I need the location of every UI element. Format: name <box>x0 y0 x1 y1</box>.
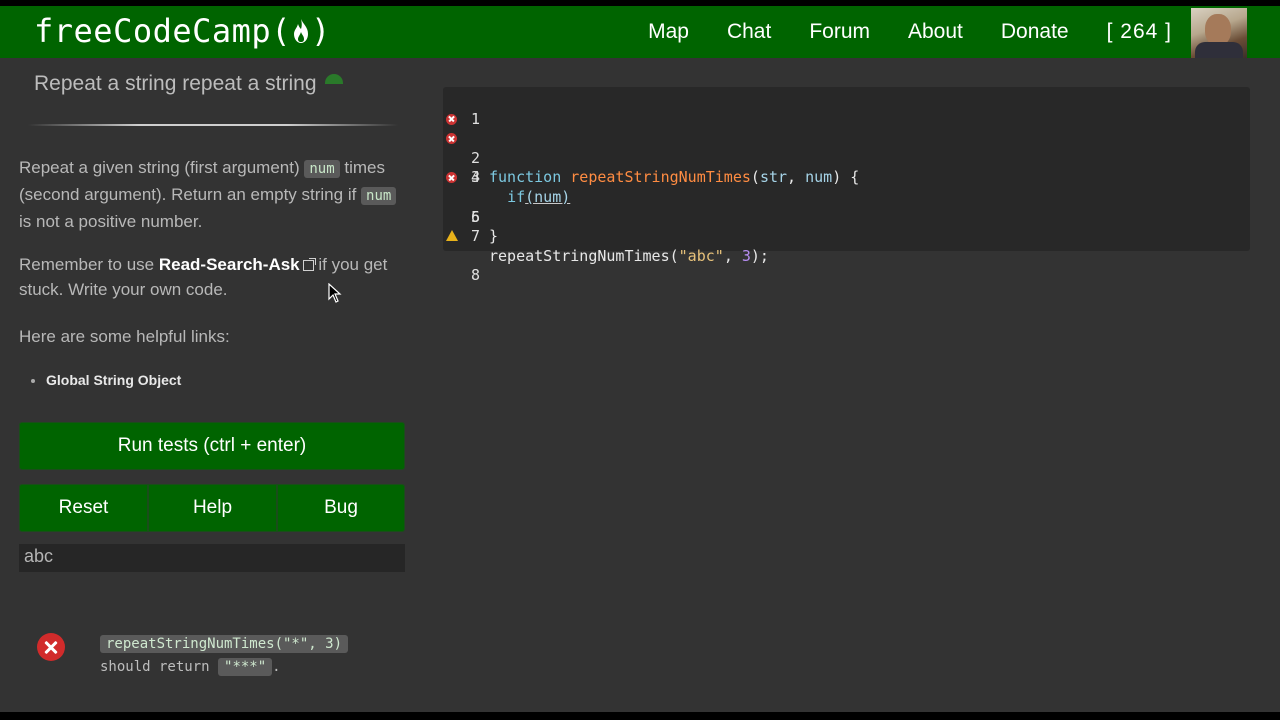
editor-line: 1 <box>443 90 1250 128</box>
points-counter[interactable]: [ 264 ] <box>1107 20 1172 44</box>
function-call: repeatStringNumTimes <box>489 246 670 265</box>
test-period: . <box>272 659 281 675</box>
nav-chat[interactable]: Chat <box>727 20 771 44</box>
logo[interactable]: freeCodeCamp() <box>34 12 331 50</box>
desc-text: Repeat a given string (first argument) <box>19 158 305 177</box>
desc-text: is not a positive number. <box>19 212 203 231</box>
avatar[interactable] <box>1191 8 1247 58</box>
editor-line: 6 <box>443 188 1250 226</box>
challenge-panel: Repeat a string repeat a string Repeat a… <box>0 58 424 712</box>
test-code: repeatStringNumTimes("*", 3) <box>100 635 349 653</box>
nav-map[interactable]: Map <box>648 20 689 44</box>
code-line: repeatStringNumTimes("abc", 3); <box>489 247 769 267</box>
avatar-shirt <box>1195 42 1243 58</box>
nav-links: Map Chat Forum About Donate [ 264 ] <box>648 6 1192 58</box>
punct: , <box>723 246 742 265</box>
punct: ); <box>750 246 769 265</box>
logo-text: freeCodeCamp( <box>34 12 291 50</box>
error-icon[interactable] <box>446 133 457 145</box>
reset-button[interactable]: Reset <box>19 484 148 532</box>
link-global-string-object[interactable]: Global String Object <box>46 372 181 388</box>
test-expected: "***" <box>218 658 273 676</box>
warning-icon[interactable] <box>446 230 458 242</box>
string-literal: "abc" <box>678 246 724 265</box>
punct: ( <box>669 246 679 265</box>
error-icon[interactable] <box>446 172 457 184</box>
completed-check-icon <box>324 74 343 84</box>
editor-line: 7 repeatStringNumTimes("abc", 3); <box>443 208 1250 265</box>
editor-line: 8 <box>443 227 1250 284</box>
line-number: 8 <box>470 266 480 285</box>
inline-code-num: num <box>304 160 340 178</box>
helpful-links-list: Global String Object <box>46 372 181 388</box>
inline-code-num: num <box>361 187 397 205</box>
editor-line: 2 function repeatStringNumTimes(str, num… <box>443 110 1250 186</box>
test-failed-icon <box>37 633 65 661</box>
bottom-strip <box>0 712 1280 720</box>
challenge-title-text: Repeat a string repeat a string <box>34 72 317 95</box>
read-search-ask-link[interactable]: Read-Search-Ask <box>159 255 300 274</box>
hint-text: Remember to use <box>19 255 159 274</box>
title-divider <box>28 124 398 126</box>
number-literal: 3 <box>741 246 751 265</box>
logo-paren: ) <box>310 12 331 50</box>
main-area: Repeat a string repeat a string Repeat a… <box>0 58 1280 712</box>
nav-forum[interactable]: Forum <box>809 20 870 44</box>
flame-icon <box>293 19 308 43</box>
editor-line: 3 if(num) <box>443 129 1250 206</box>
test-result: repeatStringNumTimes("*", 3) should retu… <box>100 633 349 679</box>
help-button[interactable]: Help <box>148 484 277 532</box>
run-tests-button[interactable]: Run tests (ctrl + enter) <box>19 422 405 470</box>
editor-line: 5 } <box>443 168 1250 245</box>
challenge-title: Repeat a string repeat a string <box>34 72 343 96</box>
helpful-links-label: Here are some helpful links: <box>19 327 230 346</box>
navbar: freeCodeCamp() Map Chat Forum About Dona… <box>0 6 1280 58</box>
output-console: abc <box>19 544 405 572</box>
nav-about[interactable]: About <box>908 20 963 44</box>
challenge-description: Repeat a given string (first argument) n… <box>19 155 409 234</box>
nav-donate[interactable]: Donate <box>1001 20 1069 44</box>
mouse-cursor-icon <box>328 283 342 303</box>
challenge-hint: Remember to use Read-Search-Ask if you g… <box>19 252 409 302</box>
bug-button[interactable]: Bug <box>277 484 405 532</box>
editor-line: 4 <box>443 149 1250 186</box>
test-should-return: should return <box>100 659 210 675</box>
error-icon[interactable] <box>446 113 457 125</box>
external-link-icon <box>302 258 316 271</box>
code-editor[interactable]: 1 2 function repeatStringNumTimes(str, n… <box>443 87 1250 284</box>
